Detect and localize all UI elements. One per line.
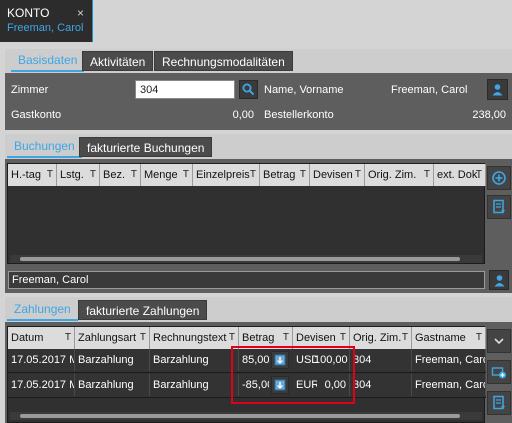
top-tabstrip: Basisdaten Aktivitäten Rechnungsmodalitä… <box>5 49 512 73</box>
tab-buchungen[interactable]: Buchungen <box>7 136 82 158</box>
payment-icon[interactable] <box>487 360 511 384</box>
document-icon[interactable] <box>487 195 511 219</box>
cell-datum: 17.05.2017 Mi <box>8 349 75 371</box>
column-header[interactable]: Orig. Zim. T <box>365 164 434 186</box>
cell-gastname: Freeman, Carol <box>412 374 486 396</box>
column-header[interactable]: Orig. Zim. T <box>350 327 412 349</box>
column-header[interactable]: Datum T <box>8 327 75 349</box>
gastkonto-value: 0,00 <box>232 109 254 121</box>
highlight-annotation <box>231 346 355 404</box>
document-icon[interactable] <box>487 391 511 415</box>
column-header[interactable]: Devisen T <box>310 164 365 186</box>
horizontal-scrollbar[interactable] <box>10 412 482 420</box>
bestellerkonto-label: Bestellerkonto <box>264 109 334 121</box>
close-icon[interactable]: × <box>77 6 84 20</box>
cell-rechnungstext: Barzahlung <box>150 374 239 396</box>
filter-icon[interactable]: T <box>183 164 189 186</box>
cell-datum: 17.05.2017 Mi <box>8 374 75 396</box>
column-header[interactable]: Gastname T <box>412 327 486 349</box>
zahlungen-tabstrip: Zahlungen fakturierte Zahlungen <box>5 297 512 322</box>
column-header[interactable]: Rechnungstext T <box>150 327 239 349</box>
column-header[interactable]: Einzelpreis T <box>193 164 260 186</box>
cell-orig-zimmer: 304 <box>350 374 412 396</box>
window-subtitle: Freeman, Carol <box>7 22 84 34</box>
cell-zahlungsart: Barzahlung <box>75 349 150 371</box>
buchungen-grid: H.-tag T Lstg. T Bez. T Menge T Einzelpreis T… <box>7 163 486 264</box>
horizontal-scrollbar[interactable] <box>10 255 482 263</box>
window-title: KONTO <box>7 6 50 20</box>
column-header[interactable]: Betrag T <box>260 164 310 186</box>
gastkonto-label: Gastkonto <box>11 109 62 121</box>
column-header[interactable]: H.-tag T <box>8 164 57 186</box>
filter-icon[interactable]: T <box>131 164 137 186</box>
basisdaten-panel <box>5 73 512 130</box>
tab-aktivitaeten[interactable]: Aktivitäten <box>82 51 154 71</box>
filter-icon[interactable]: T <box>476 164 482 186</box>
column-header[interactable]: ext. Dok. T <box>434 164 486 186</box>
cell-orig-zimmer: 304 <box>350 349 412 371</box>
scrollbar-thumb[interactable] <box>20 257 460 261</box>
filter-icon[interactable]: T <box>402 327 408 349</box>
column-header[interactable]: Menge T <box>141 164 193 186</box>
bestellerkonto-value: 238,00 <box>472 109 506 121</box>
filter-icon[interactable]: T <box>47 164 53 186</box>
tab-fakturierte-buchungen[interactable]: fakturierte Buchungen <box>79 137 213 157</box>
zimmer-input[interactable] <box>135 80 235 99</box>
person-icon[interactable] <box>489 270 509 290</box>
name-value: Freeman, Carol <box>391 84 468 96</box>
filter-icon[interactable]: T <box>476 327 482 349</box>
window-tab[interactable]: KONTO Freeman, Carol × <box>0 0 93 42</box>
cell-rechnungstext: Barzahlung <box>150 349 239 371</box>
guest-name-field[interactable]: Freeman, Carol <box>8 271 485 289</box>
filter-icon[interactable]: T <box>424 164 430 186</box>
tab-basisdaten[interactable]: Basisdaten <box>11 50 85 72</box>
filter-icon[interactable]: T <box>250 164 256 186</box>
chevron-down-icon[interactable] <box>487 329 511 353</box>
tab-rechnungsmodalitaeten[interactable]: Rechnungsmodalitäten <box>154 51 293 71</box>
column-header[interactable]: Bez. T <box>100 164 141 186</box>
filter-icon[interactable]: T <box>300 164 306 186</box>
person-icon[interactable] <box>487 79 508 100</box>
column-header[interactable]: Zahlungsart T <box>75 327 150 349</box>
filter-icon[interactable]: T <box>140 327 146 349</box>
column-header[interactable]: Lstg. T <box>57 164 100 186</box>
add-booking-icon[interactable] <box>487 166 511 190</box>
tab-fakturierte-zahlungen[interactable]: fakturierte Zahlungen <box>78 300 208 320</box>
filter-icon[interactable]: T <box>65 327 71 349</box>
filter-icon[interactable]: T <box>90 164 96 186</box>
name-label: Name, Vorname <box>264 84 344 96</box>
scrollbar-thumb[interactable] <box>20 414 460 418</box>
cell-zahlungsart: Barzahlung <box>75 374 150 396</box>
filter-icon[interactable]: T <box>355 164 361 186</box>
zimmer-label: Zimmer <box>11 84 49 96</box>
search-icon[interactable] <box>239 80 258 99</box>
cell-gastname: Freeman, Carol <box>412 349 486 371</box>
buchungen-tabstrip: Buchungen fakturierte Buchungen <box>5 134 512 159</box>
tab-zahlungen[interactable]: Zahlungen <box>7 299 78 321</box>
